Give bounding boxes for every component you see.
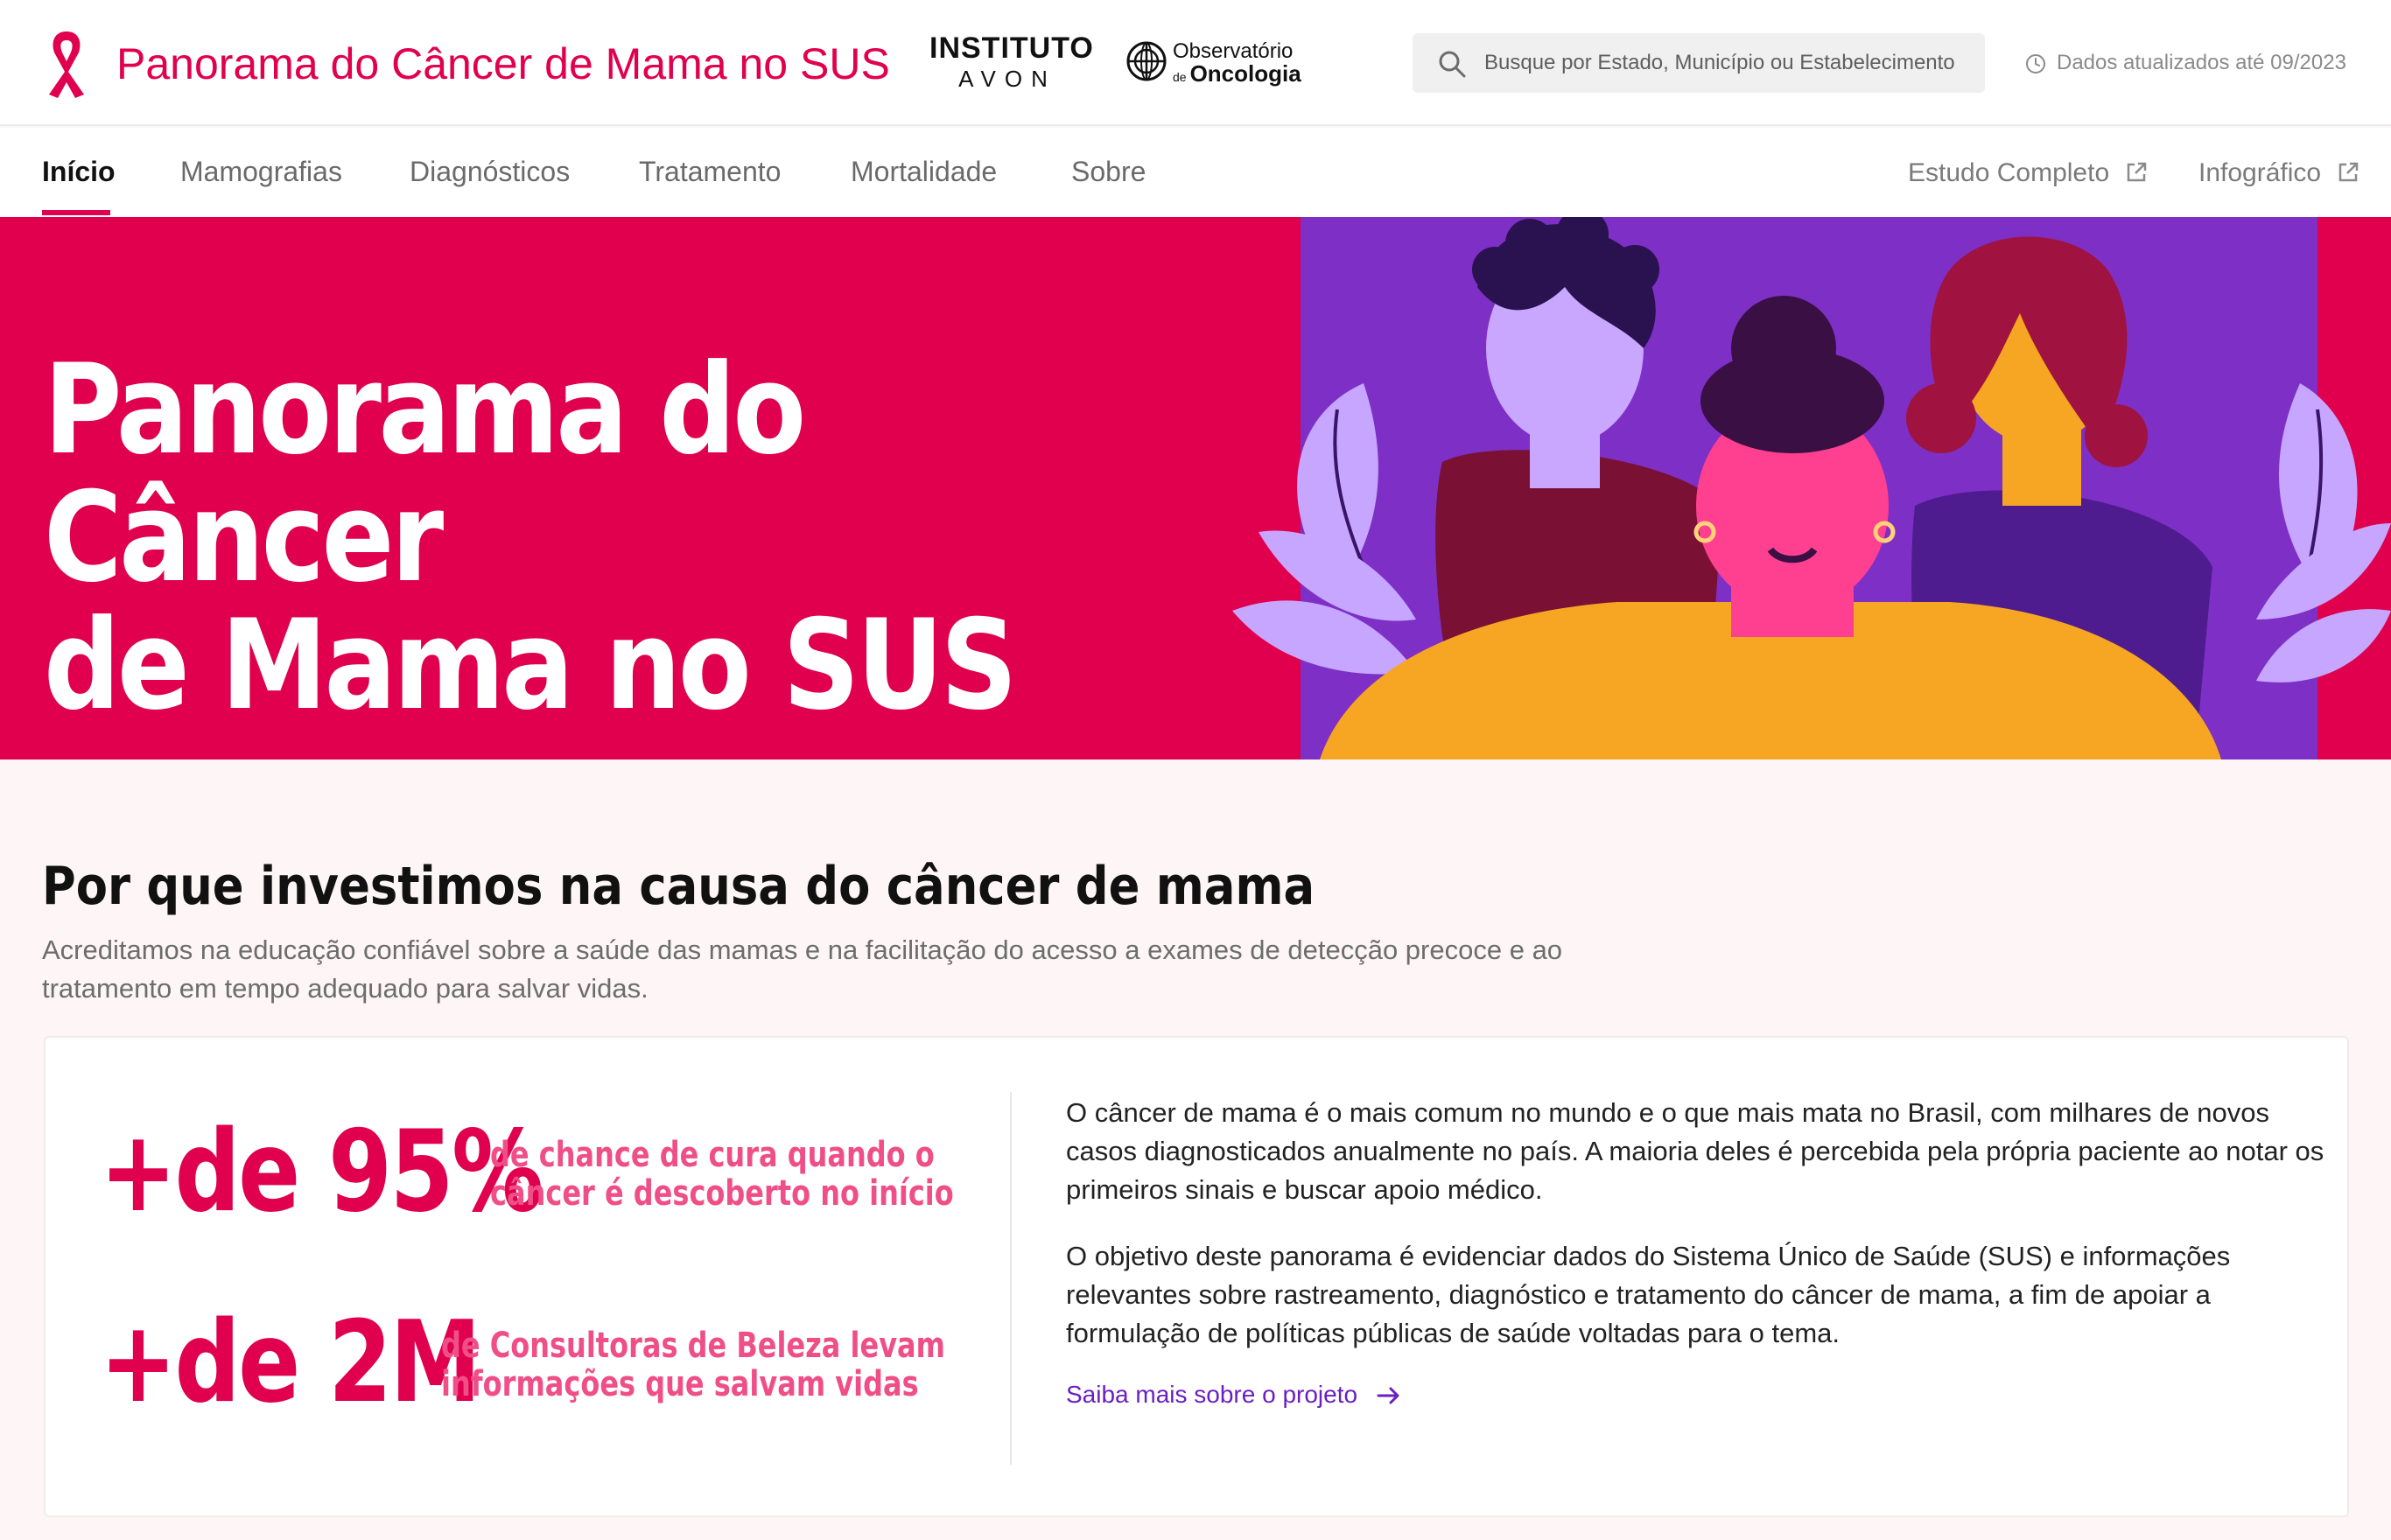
nav-inicio[interactable]: Início <box>42 152 116 191</box>
observatorio-logo-small: de <box>1173 70 1187 84</box>
search-icon <box>1439 51 1466 78</box>
instituto-avon-logo-line1: INSTITUTO <box>929 32 1094 65</box>
observatorio-logo-word: Oncologia <box>1189 60 1301 87</box>
hero-title-line2: de Mama no SUS <box>44 593 1018 738</box>
card-divider <box>1010 1092 1012 1465</box>
observatorio-logo-line2: de Oncologia <box>1173 61 1301 89</box>
about-paragraph-2: O objetivo deste panorama é evidenciar d… <box>1066 1241 2231 1348</box>
data-updated-info: Dados atualizados até 09/2023 <box>2025 49 2346 77</box>
external-link-icon <box>2339 162 2359 182</box>
section-heading: Por que investimos na causa do câncer de… <box>42 856 1315 917</box>
estudo-completo-link[interactable]: Estudo Completo <box>1908 154 2148 192</box>
section-description: Acreditamos na educação confiável sobre … <box>42 934 1563 1004</box>
top-header: Panorama do Câncer de Mama no SUS INSTIT… <box>0 0 2391 126</box>
main-nav: Início Mamografias Diagnósticos Tratamen… <box>0 128 2391 217</box>
stats-card: +de 95% de chance de cura quando o cânce… <box>44 1036 2349 1517</box>
stat-description-consultants-line2: informações que salvam vidas <box>441 1364 919 1404</box>
stat-description-cure: de chance de cura quando o câncer é desc… <box>490 1136 954 1213</box>
nav-diagnosticos[interactable]: Diagnósticos <box>410 152 570 191</box>
hero-title: Panorama do Câncer de Mama no SUS <box>44 346 1083 730</box>
stat-description-consultants: de Consultoras de Beleza levam informaçõ… <box>441 1326 945 1404</box>
active-tab-indicator <box>42 210 110 215</box>
stat-value-cure: +de 95% <box>100 1107 543 1237</box>
learn-more-label: Saiba mais sobre o projeto <box>1066 1381 1358 1408</box>
stat-description-cure-line2: câncer é descoberto no início <box>490 1173 954 1214</box>
clock-icon <box>2026 54 2045 74</box>
estudo-completo-label: Estudo Completo <box>1908 158 2110 187</box>
infografico-link[interactable]: Infográfico <box>2198 154 2359 192</box>
infografico-label: Infográfico <box>2198 158 2322 187</box>
nav-mamografias[interactable]: Mamografias <box>180 152 342 191</box>
search-input[interactable] <box>1484 44 1966 82</box>
arrow-right-icon <box>1377 1387 1399 1404</box>
instituto-avon-logo: INSTITUTO AVON <box>929 32 1094 93</box>
nav-sobre[interactable]: Sobre <box>1071 152 1146 191</box>
stat-value-consultants: +de 2M <box>100 1298 481 1428</box>
stat-description-cure-line1: de chance de cura quando o <box>490 1135 935 1175</box>
stat-description-consultants-line1: de Consultoras de Beleza levam <box>441 1326 945 1366</box>
hero-title-line1: Panorama do Câncer <box>44 338 806 610</box>
external-link-icon <box>2128 162 2147 182</box>
learn-more-link[interactable]: Saiba mais sobre o projeto <box>1066 1377 1401 1412</box>
instituto-avon-logo-line2: AVON <box>958 66 1056 92</box>
globe-icon <box>1126 41 1167 81</box>
pink-ribbon-icon[interactable] <box>39 26 95 100</box>
data-updated-text: Dados atualizados até 09/2023 <box>2057 51 2346 74</box>
nav-mortalidade[interactable]: Mortalidade <box>851 152 997 191</box>
women-illustration <box>1232 217 2391 760</box>
nav-tratamento[interactable]: Tratamento <box>639 152 781 191</box>
site-title[interactable]: Panorama do Câncer de Mama no SUS <box>116 35 890 93</box>
hero-banner: Panorama do Câncer de Mama no SUS <box>0 217 2391 760</box>
about-paragraph-1: O câncer de mama é o mais comum no mundo… <box>1066 1097 2324 1205</box>
search-box[interactable] <box>1413 33 1985 93</box>
